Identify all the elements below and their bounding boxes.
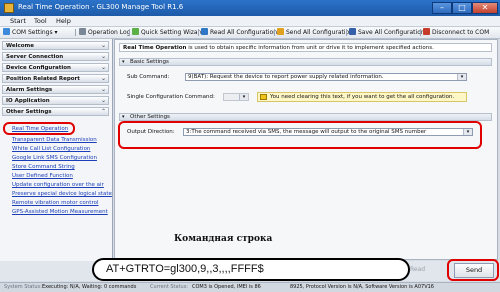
sidebar-item-transparent-data-transmission[interactable]: Transparent Data Transmission bbox=[12, 137, 97, 143]
sub-command-label: Sub Command: bbox=[127, 74, 170, 80]
toolbar: COM Settings ▾ Operation Log Quick Setti… bbox=[0, 27, 500, 39]
imei-protocol-status: 8925, Protocol Version is N/A, Software … bbox=[290, 284, 434, 290]
section-label: Other Settings bbox=[6, 109, 52, 115]
sidebar-item-update-config-ota[interactable]: Update configuration over the air bbox=[12, 182, 104, 188]
single-config-select[interactable]: ▾ bbox=[223, 93, 249, 101]
system-status-label: System Status: bbox=[4, 284, 42, 290]
section-label: Alarm Settings bbox=[6, 87, 53, 93]
sidebar-section-other-settings[interactable]: Other Settings ⌃ bbox=[2, 107, 109, 116]
sidebar-section-device-configuration[interactable]: Device Configuration ⌄ bbox=[2, 63, 109, 72]
sidebar-section-server-connection[interactable]: Server Connection ⌄ bbox=[2, 52, 109, 61]
output-direction-select[interactable]: 3:The command received via SMS, the mess… bbox=[183, 128, 473, 136]
chevron-down-icon: ⌄ bbox=[100, 86, 106, 93]
annotation-caption: Командная строка bbox=[174, 234, 273, 244]
close-button[interactable]: ✕ bbox=[472, 2, 498, 14]
sidebar-item-store-command-string[interactable]: Store Command String bbox=[12, 164, 75, 170]
sub-command-value: 9(BAT): Request the device to report pow… bbox=[188, 74, 384, 80]
sidebar-section-io-application[interactable]: IO Application ⌄ bbox=[2, 96, 109, 105]
minimize-button[interactable]: – bbox=[432, 2, 452, 14]
save-all-configuration-button[interactable]: Save All Configuration bbox=[349, 28, 425, 37]
chevron-down-icon: ▾ bbox=[463, 129, 472, 135]
sidebar-item-real-time-operation[interactable]: Real Time Operation bbox=[12, 126, 68, 132]
sub-command-select[interactable]: 9(BAT): Request the device to report pow… bbox=[185, 73, 467, 81]
chevron-down-icon: ⌄ bbox=[100, 42, 106, 49]
send-button[interactable]: Send bbox=[454, 263, 494, 278]
operation-log-label: Operation Log bbox=[88, 29, 131, 36]
main-panel: Real Time Operation is used to obtain sp… bbox=[114, 39, 498, 260]
warning-icon bbox=[260, 94, 267, 100]
operation-log-button[interactable]: Operation Log bbox=[79, 28, 130, 37]
command-input[interactable]: AT+GTRTO=gl300,9,,3,,,,FFFF$ bbox=[92, 258, 410, 281]
operation-log-icon bbox=[79, 28, 86, 35]
sidebar-section-welcome[interactable]: Welcome ⌄ bbox=[2, 41, 109, 50]
chevron-up-icon: ⌃ bbox=[100, 108, 106, 115]
sidebar-item-user-defined-function[interactable]: User Defined Function bbox=[12, 173, 73, 179]
sidebar-section-alarm-settings[interactable]: Alarm Settings ⌄ bbox=[2, 85, 109, 94]
read-config-icon bbox=[201, 28, 208, 35]
chevron-down-icon: ▾ bbox=[54, 29, 58, 36]
com-settings-button[interactable]: COM Settings ▾ bbox=[3, 28, 58, 37]
maximize-button[interactable]: □ bbox=[452, 2, 472, 14]
chevron-down-icon: ▾ bbox=[239, 94, 248, 100]
description-text: is used to obtain specific information f… bbox=[188, 45, 434, 51]
single-config-label: Single Configuration Command: bbox=[127, 94, 215, 100]
sidebar-item-google-link-sms[interactable]: Google Link SMS Configuration bbox=[12, 155, 97, 161]
send-all-configuration-label: Send All Configuration bbox=[286, 29, 354, 36]
sidebar-section-position-related-report[interactable]: Position Related Report ⌄ bbox=[2, 74, 109, 83]
basic-settings-label: Basic Settings bbox=[130, 59, 169, 65]
app-icon bbox=[4, 3, 14, 13]
menu-tool[interactable]: Tool bbox=[34, 17, 47, 25]
quick-setting-wizard-button[interactable]: Quick Setting Wizard bbox=[132, 28, 204, 37]
sidebar-item-gps-assisted-motion[interactable]: GPS-Assisted Motion Measurement bbox=[12, 209, 108, 215]
read-button[interactable]: Read bbox=[410, 266, 425, 273]
quick-setting-wizard-label: Quick Setting Wizard bbox=[141, 29, 204, 36]
page-title: Real Time Operation bbox=[123, 45, 187, 51]
basic-settings-header[interactable]: ▾ Basic Settings bbox=[119, 58, 492, 66]
page-description: Real Time Operation is used to obtain sp… bbox=[119, 43, 492, 52]
menu-help[interactable]: Help bbox=[56, 17, 71, 25]
section-label: IO Application bbox=[6, 98, 50, 104]
section-label: Server Connection bbox=[6, 54, 64, 60]
title-bar: Real Time Operation - GL300 Manage Tool … bbox=[0, 0, 500, 16]
disconnect-button[interactable]: Disconnect to COM bbox=[423, 28, 489, 37]
save-config-icon bbox=[349, 28, 356, 35]
output-direction-value: 3:The command received via SMS, the mess… bbox=[186, 129, 427, 135]
send-all-configuration-button[interactable]: Send All Configuration bbox=[277, 28, 353, 37]
send-config-icon bbox=[277, 28, 284, 35]
menu-start[interactable]: Start bbox=[10, 17, 26, 25]
chevron-down-icon: ⌄ bbox=[100, 53, 106, 60]
collapse-icon: ▾ bbox=[122, 59, 125, 65]
menu-bar: Start Tool Help bbox=[0, 16, 500, 27]
system-status-value: Executing: N/A, Waiting: 0 commands bbox=[42, 284, 137, 290]
clear-text-tip: You need clearing this text, if you want… bbox=[257, 92, 467, 102]
disconnect-label: Disconnect to COM bbox=[432, 29, 490, 36]
com-settings-label: COM Settings bbox=[12, 29, 53, 36]
save-all-configuration-label: Save All Configuration bbox=[358, 29, 425, 36]
section-label: Device Configuration bbox=[6, 65, 71, 71]
other-settings-label: Other Settings bbox=[130, 114, 170, 120]
collapse-icon: ▾ bbox=[122, 114, 125, 120]
chevron-down-icon: ⌄ bbox=[100, 75, 106, 82]
current-status-value: COM3 is Opened, IMEI is 86 bbox=[192, 284, 261, 290]
sidebar-item-preserve-logical-state[interactable]: Preserve special device logical state bbox=[12, 191, 112, 197]
sidebar-item-remote-vibration-motor[interactable]: Remote vibration motor control bbox=[12, 200, 98, 206]
read-all-configuration-button[interactable]: Read All Configuration ▾ bbox=[201, 28, 282, 37]
section-label: Position Related Report bbox=[6, 76, 80, 82]
other-settings-header[interactable]: ▾ Other Settings bbox=[119, 113, 492, 121]
section-label: Welcome bbox=[6, 43, 34, 49]
chevron-down-icon: ⌄ bbox=[100, 97, 106, 104]
disconnect-icon bbox=[423, 28, 430, 35]
chevron-down-icon: ▾ bbox=[457, 74, 466, 80]
sidebar-item-white-call-list[interactable]: White Call List Configuration bbox=[12, 146, 90, 152]
current-status-label: Current Status: bbox=[150, 284, 188, 290]
com-settings-icon bbox=[3, 28, 10, 35]
wizard-icon bbox=[132, 28, 139, 35]
tip-text: You need clearing this text, if you want… bbox=[270, 94, 455, 100]
chevron-down-icon: ⌄ bbox=[100, 64, 106, 71]
output-direction-label: Output Direction: bbox=[127, 129, 175, 135]
sidebar: Welcome ⌄ Server Connection ⌄ Device Confi… bbox=[0, 39, 113, 280]
read-all-configuration-label: Read All Configuration bbox=[210, 29, 278, 36]
window-title: Real Time Operation - GL300 Manage Tool … bbox=[18, 3, 184, 11]
